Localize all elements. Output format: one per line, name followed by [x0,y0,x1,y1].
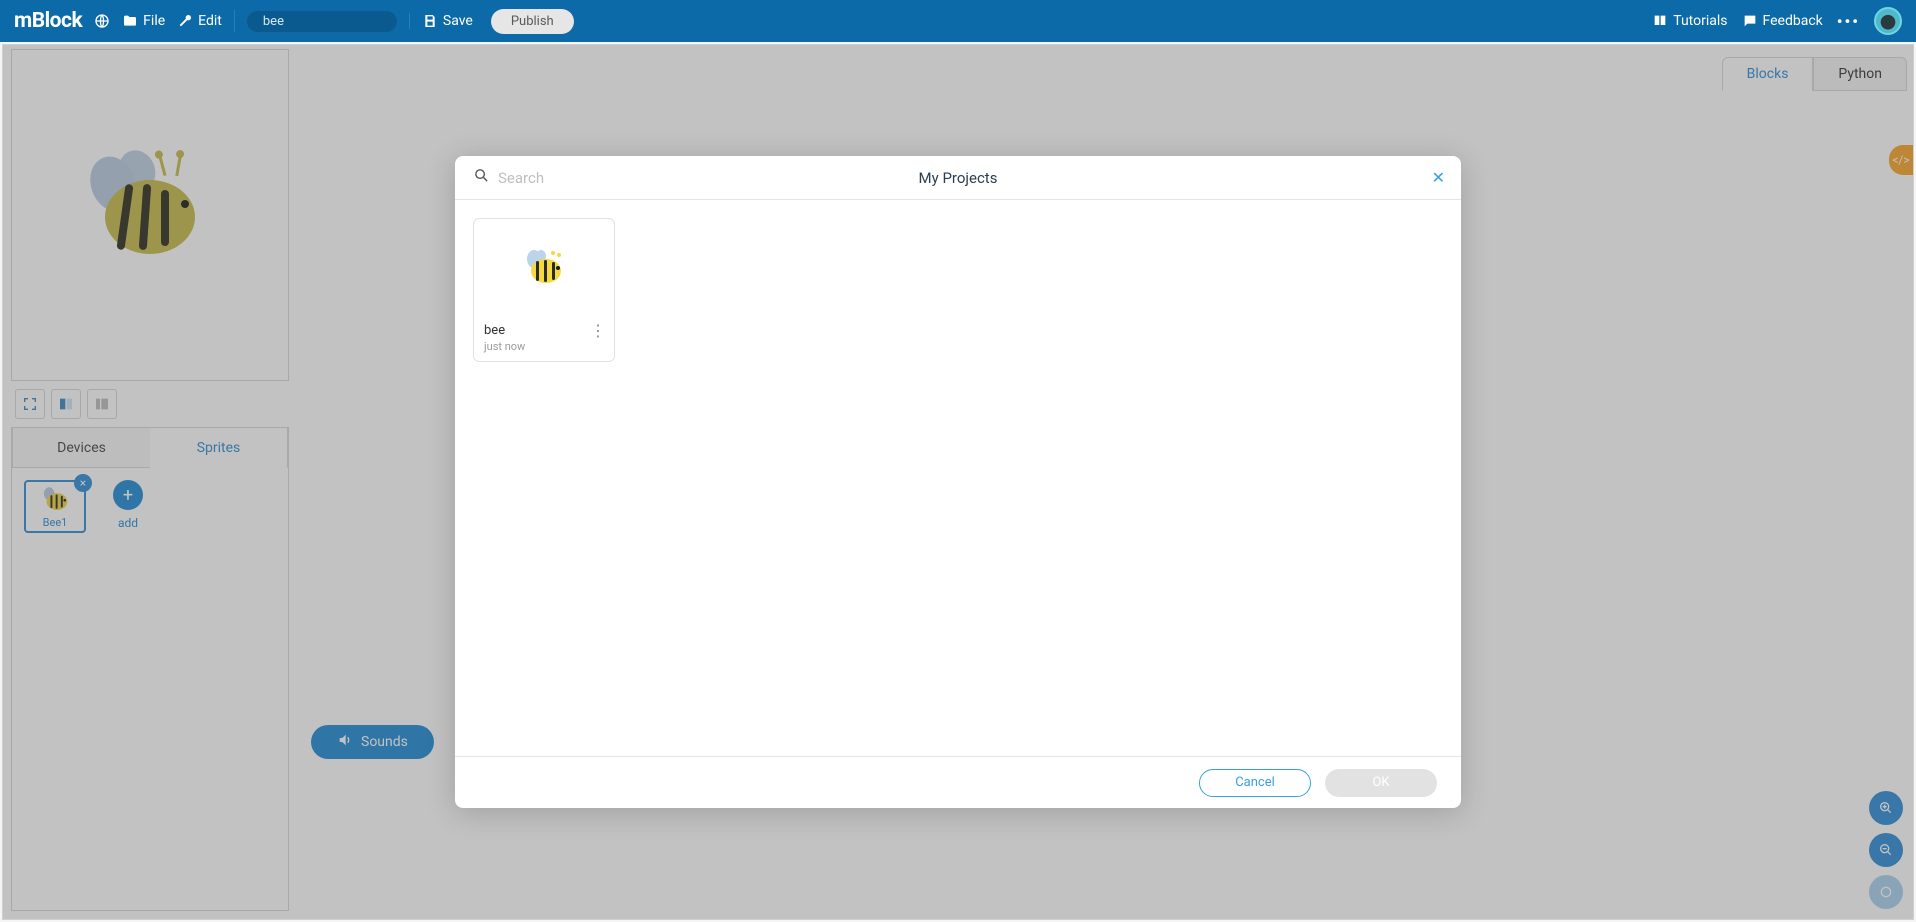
ok-button[interactable]: OK [1325,769,1437,797]
language-button[interactable] [94,13,110,29]
my-projects-modal: My Projects ✕ [455,156,1461,808]
publish-button[interactable]: Publish [491,9,574,34]
main-area: Devices Sprites × Bee1 + add [2,44,1914,920]
user-avatar[interactable] [1874,7,1902,35]
project-menu-icon[interactable]: ⋮ [590,323,606,339]
bee-icon [521,248,567,288]
project-name-input[interactable]: bee [247,11,397,32]
file-label: File [143,13,165,29]
tutorials-button[interactable]: Tutorials [1652,13,1727,29]
wrench-icon [177,13,193,29]
feedback-button[interactable]: Feedback [1742,13,1823,29]
logo: mBlock [14,9,82,33]
save-icon [422,13,438,29]
file-menu[interactable]: File [122,13,165,29]
project-name: bee [484,323,604,338]
edit-menu[interactable]: Edit [177,13,222,29]
search-icon [473,167,490,188]
more-menu[interactable]: ••• [1837,12,1860,31]
edit-label: Edit [198,13,222,29]
close-icon[interactable]: ✕ [1432,168,1445,187]
top-bar: mBlock File Edit bee Save Publish Tutori… [0,0,1916,42]
modal-body: bee just now ⋮ [455,200,1461,756]
globe-icon [94,13,110,29]
cancel-button[interactable]: Cancel [1199,769,1311,797]
folder-icon [122,13,138,29]
project-time: just now [484,340,604,353]
book-icon [1652,13,1668,29]
save-label: Save [443,13,473,29]
project-card[interactable]: bee just now ⋮ [473,218,615,362]
save-button[interactable]: Save [409,13,473,29]
modal-footer: Cancel OK [455,756,1461,808]
modal-header: My Projects ✕ [455,156,1461,200]
search-input[interactable] [498,169,697,187]
chat-icon [1742,13,1758,29]
